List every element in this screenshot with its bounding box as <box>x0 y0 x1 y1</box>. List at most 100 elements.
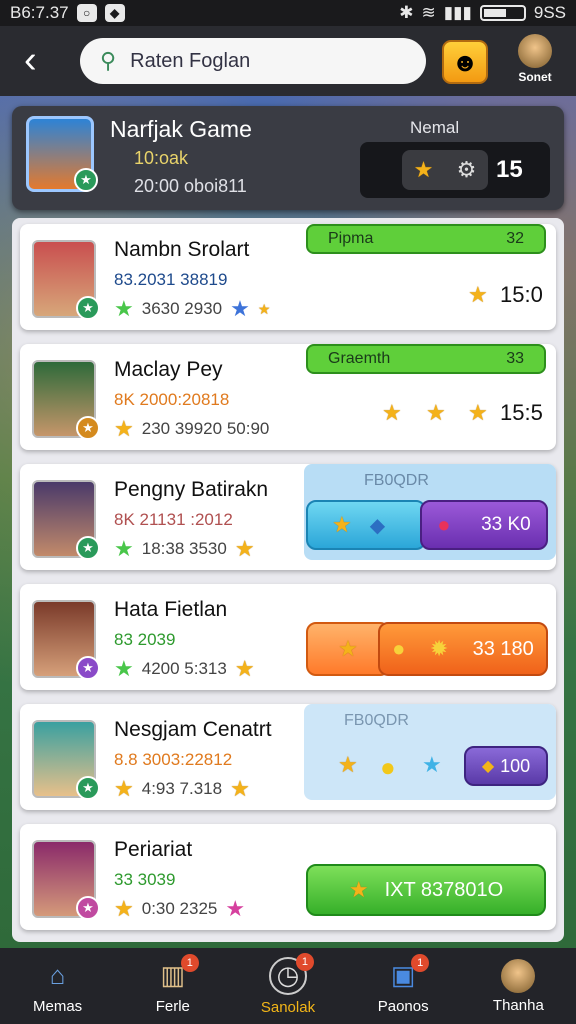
player-meta-text: 230 39920 50:90 <box>141 419 270 438</box>
star-icon: ★ <box>468 282 488 307</box>
player-meta: ★ 4200 5:313 ★ <box>114 658 255 680</box>
star-icon: ★ <box>382 400 402 425</box>
buy-value: 33 180 <box>472 637 534 660</box>
player-sub: 8K 21131 :2012 <box>114 510 233 529</box>
star-icon: ★ <box>332 512 352 537</box>
page-title: Narfjak Game <box>110 116 252 142</box>
nav-item-memas[interactable]: ⌂ Memas <box>8 958 108 1015</box>
star-icon: ★ <box>230 776 250 801</box>
reward-button[interactable]: ★ ◆ <box>306 500 426 550</box>
profile-button[interactable]: Sonet <box>510 34 560 84</box>
nav-label: Ferle <box>155 997 190 1015</box>
nav-label: Paonos <box>377 997 429 1015</box>
player-name: Periariat <box>114 838 193 861</box>
pill-value: 33 <box>506 350 524 367</box>
green-star-icon: ★ <box>114 296 134 321</box>
player-meta-text: 0:30 2325 <box>141 899 218 918</box>
star-icon: ★ <box>114 416 134 441</box>
player-meta: ★ 3630 2930 ★ ★ <box>114 298 270 320</box>
coin-icon: ✹ <box>429 636 449 661</box>
nav-item-sanolak[interactable]: ◷ 1 Sanolak <box>238 952 338 1016</box>
header-line-1: 10:oak <box>134 148 189 168</box>
search-input[interactable]: ⚲ Raten Foglan <box>80 38 426 84</box>
star-icon: ★ <box>114 896 134 921</box>
player-meta-text: 3630 2930 <box>141 299 223 318</box>
badge-icon: ★ <box>76 296 100 320</box>
status-pill: Graemth 33 <box>306 344 546 374</box>
nav-item-thanha[interactable]: Thanha <box>468 958 568 1014</box>
nav-label: Memas <box>33 997 83 1015</box>
player-sub: 8K 2000:20818 <box>114 390 230 409</box>
search-icon: ⚲ <box>100 48 117 73</box>
player-sub: 33 3039 <box>114 870 176 889</box>
player-sub: 83.2031 38819 <box>114 270 228 289</box>
player-meta: ★ 18:38 3530 ★ <box>114 538 255 560</box>
avatar <box>518 34 552 68</box>
pink-star-icon: ★ <box>225 896 246 921</box>
bluetooth-icon: ✱ <box>399 3 414 22</box>
green-star-icon: ★ <box>114 656 134 681</box>
back-icon[interactable]: ‹ <box>24 38 37 82</box>
buy-button[interactable]: ● 33 K0 <box>420 500 548 550</box>
battery-text: 9SS <box>533 3 566 22</box>
player-sub: 8.8 3003:22812 <box>114 750 233 769</box>
list-item[interactable]: ★ Nambn Srolart 83.2031 38819 ★ 3630 293… <box>20 224 556 330</box>
panel-label: FB0QDR <box>364 472 429 489</box>
blue-star-icon: ★ <box>422 752 442 777</box>
list-item[interactable]: ★ Hata Fietlan 83 2039 ★ 4200 5:313 ★ ★ … <box>20 584 556 690</box>
buy-button[interactable]: ★ IXT 837801O <box>306 864 546 916</box>
notification-badge: 1 <box>180 953 199 972</box>
pill-label: Pipma <box>328 230 374 247</box>
person-icon <box>501 958 536 993</box>
player-meta-text: 18:38 3530 <box>141 539 227 558</box>
signal-icon: ▮▮▮ <box>443 3 472 22</box>
buy-value: 100 <box>500 755 531 776</box>
pill-label: Graemth <box>328 350 391 367</box>
bottom-nav: ⌂ Memas ▥ 1 Ferle ◷ 1 Sanolak ▣ 1 Paonos… <box>0 948 576 1024</box>
star-icon: ★ <box>426 400 446 425</box>
buy-button[interactable]: ◆ 100 <box>464 746 548 786</box>
player-sub: 83 2039 <box>114 630 176 649</box>
star-icon: ★ <box>338 752 358 777</box>
header-label: Nemal <box>410 118 460 137</box>
profile-label: Sonet <box>518 70 552 84</box>
blue-star-icon: ★ <box>230 296 250 321</box>
smiley-button[interactable]: ☻ <box>442 40 488 84</box>
green-star-icon: ★ <box>114 536 134 561</box>
list-item[interactable]: ★ Maclay Pey 8K 2000:20818 ★ 230 39920 5… <box>20 344 556 450</box>
row-value: 15:5 <box>500 400 543 425</box>
score-value: 15 <box>496 156 523 183</box>
player-meta-text: 4200 5:313 <box>141 659 227 678</box>
notification-badge: 1 <box>411 953 430 972</box>
player-name: Nesgjam Cenatrt <box>114 718 272 741</box>
player-name: Maclay Pey <box>114 358 223 381</box>
top-bar: ‹ ⚲ Raten Foglan ☻ Sonet <box>0 26 576 96</box>
ticket-icon: ◆ <box>481 758 495 775</box>
nav-item-paonos[interactable]: ▣ 1 Paonos <box>353 953 453 1015</box>
player-list: ★ Nambn Srolart 83.2031 38819 ★ 3630 293… <box>12 218 564 942</box>
badge-icon: ★ <box>76 776 100 800</box>
ruby-icon: ● <box>437 512 451 537</box>
list-item[interactable]: ★ Periariat 33 3039 ★ 0:30 2325 ★ ★ IXT … <box>20 824 556 930</box>
star-icon: ★ <box>234 656 255 681</box>
status-pill: Pipma 32 <box>306 224 546 254</box>
player-name: Nambn Srolart <box>114 238 250 261</box>
star-icon: ★ <box>114 776 134 801</box>
notification-badge: 1 <box>295 952 314 971</box>
badge-icon: ★ <box>76 656 100 680</box>
nav-item-ferle[interactable]: ▥ 1 Ferle <box>123 953 223 1015</box>
nav-label: Sanolak <box>260 998 316 1016</box>
player-meta-text: 4:93 7.318 <box>141 779 223 798</box>
header-line-2: 20:00 oboi811 <box>134 176 247 196</box>
score-box: ★ ⚙ 15 <box>360 142 550 198</box>
list-item[interactable]: ★ Nesgjam Cenatrt 8.8 3003:22812 ★ 4:93 … <box>20 704 556 810</box>
pill-value: 32 <box>506 230 524 247</box>
list-item[interactable]: ★ Pengny Batirakn 8K 21131 :2012 ★ 18:38… <box>20 464 556 570</box>
buy-button[interactable]: ● ✹ 33 180 <box>378 622 548 676</box>
coin-icon: ● <box>380 752 396 782</box>
row-value: 15:0 <box>500 282 543 307</box>
score-icons: ★ ⚙ <box>402 150 488 190</box>
buy-value: IXT 837801O <box>384 878 504 901</box>
star-icon: ★ <box>413 157 434 182</box>
player-meta: ★ 0:30 2325 ★ <box>114 898 245 920</box>
